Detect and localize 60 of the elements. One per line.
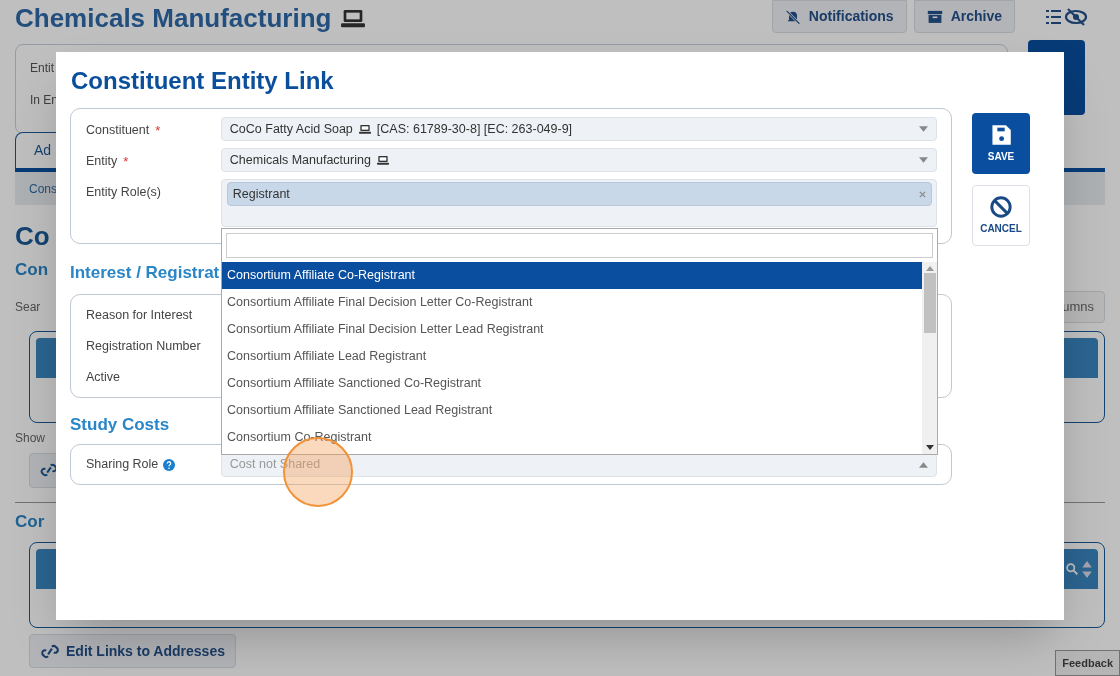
laptop-icon: [375, 154, 390, 166]
caret-down-icon: [919, 157, 928, 163]
bell-slash-icon: [784, 9, 801, 24]
help-icon: [163, 458, 176, 471]
breadcrumb-link[interactable]: Cons: [29, 179, 57, 198]
field-label: Constituent: [86, 122, 150, 139]
scrollbar-thumb[interactable]: [923, 273, 936, 333]
search-icon: [1066, 563, 1078, 575]
required-mark: *: [123, 153, 129, 171]
subsection-heading: Con: [15, 259, 49, 281]
dropdown-option[interactable]: Consortium Co-Registrant: [222, 424, 922, 451]
field-label: Registration Number: [86, 338, 201, 354]
edit-links-button[interactable]: Edit Links to Addresses: [29, 634, 236, 668]
subsection-heading: Cor: [15, 510, 45, 533]
select-field[interactable]: CoCo Fatty Acid Soap [CAS: 61789-30-8] [EC: 263-049-9]: [220, 117, 937, 141]
scrollbar[interactable]: [922, 262, 937, 454]
notifications-button[interactable]: Notifications: [771, 0, 907, 33]
dropdown-option[interactable]: Consortium Affiliate Final Decision Letter Lead Registrant: [222, 316, 922, 343]
entries-label: Show: [15, 429, 46, 447]
field-label: Entity Role(s): [86, 184, 162, 201]
sort-icon: [1082, 560, 1092, 578]
dialog-title: Constituent Entity Link: [71, 66, 334, 96]
field-label: Active: [86, 369, 121, 385]
feedback-button[interactable]: Feedback: [1055, 650, 1120, 676]
caret-up-icon: [925, 266, 934, 271]
field-label: Entit: [30, 60, 54, 77]
dropdown-option[interactable]: Consortium Affiliate Final Decision Letter Co-Registrant: [222, 289, 922, 316]
section-heading: Study Costs: [70, 414, 170, 436]
field-label: Entity: [86, 153, 118, 170]
field-label: Reason for Interest: [86, 307, 193, 323]
tags-field[interactable]: Registrant: [220, 179, 937, 227]
archive-button[interactable]: Archive: [913, 0, 1015, 33]
dropdown-option[interactable]: Consortium Affiliate Sanctioned Lead Registrant: [222, 397, 922, 424]
select-value: [CAS: 61789-30-8] [EC: 263-049-9]: [376, 120, 573, 138]
dropdown-option[interactable]: Consortium Affiliate Sanctioned Co-Registrant: [222, 370, 922, 397]
page-title: Chemicals Manufacturing: [15, 2, 332, 34]
field-label: Sharing Role: [86, 456, 159, 474]
close-icon: [918, 190, 926, 198]
link-icon: [40, 462, 58, 478]
link-icon: [40, 642, 60, 660]
caret-down-icon: [919, 126, 928, 132]
select-value: Chemicals Manufacturing: [229, 151, 371, 169]
select-field[interactable]: Chemicals Manufacturing: [220, 148, 937, 172]
caret-down-icon: [925, 445, 934, 450]
caret-up-icon: [919, 461, 928, 468]
select-value: CoCo Fatty Acid Soap: [229, 120, 353, 138]
laptop-icon: [357, 123, 372, 135]
save-button[interactable]: SAVE: [972, 113, 1030, 174]
dropdown-option[interactable]: Consortium Affiliate Co-Registrant: [222, 262, 922, 289]
search-field[interactable]: [226, 233, 933, 258]
search-label: Sear: [15, 298, 41, 316]
required-mark: *: [155, 122, 161, 140]
tag-label: Registrant: [232, 185, 290, 203]
section-heading: Co: [15, 221, 50, 251]
list-hidden-icon: [1044, 7, 1088, 26]
ban-icon: [990, 195, 1012, 218]
cancel-button[interactable]: CANCEL: [972, 185, 1030, 246]
archive-icon: [926, 9, 943, 24]
section-heading: Interest / Registrat: [70, 262, 220, 284]
dropdown-option[interactable]: Consortium Affiliate Lead Registrant: [222, 343, 922, 370]
